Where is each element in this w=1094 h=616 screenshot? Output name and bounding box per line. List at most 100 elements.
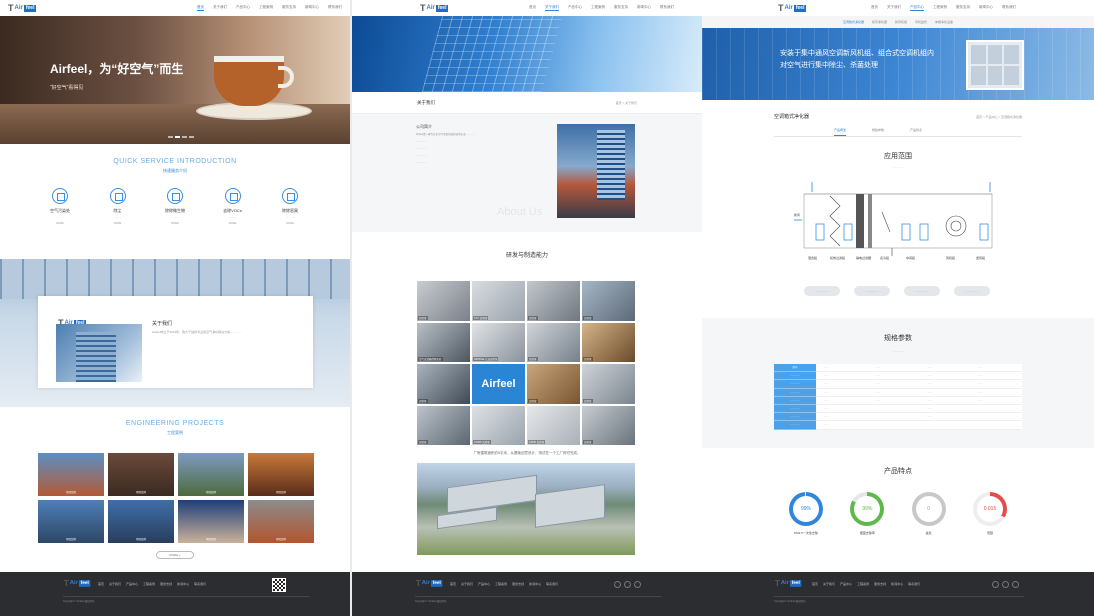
nav-products[interactable]: 产品中心 — [568, 5, 582, 11]
service-item[interactable]: 除尘………… MORE — [98, 188, 138, 225]
svg-text:混合段: 混合段 — [808, 255, 817, 260]
svg-text:新风: 新风 — [794, 212, 800, 217]
spec-title: 规格参数 — [884, 335, 912, 342]
application-subtitle: ………… — [893, 166, 903, 169]
lab-photo: CTC 实验室 — [472, 281, 525, 321]
plant-caption: 厂房建筑面积约5平米，从基础创意设计、测试在一个工厂即可完成。 — [473, 451, 581, 455]
gauge-resistance: 0.015 低阻 — [972, 492, 1008, 535]
service-item[interactable]: 空气污染处………… MORE — [40, 188, 80, 225]
table-row: ………… — [816, 413, 1022, 422]
feature-gauges: 99% PM2.5一次性去除 99% 细菌去除率 0 臭氧 0.015 低阻 — [788, 492, 1008, 535]
nav-cases[interactable]: 工程案例 — [259, 5, 273, 11]
rd-subtitle: …………………… — [517, 262, 537, 265]
product-subnav: 空调箱式净化器 新风净化器 新风机组 风机盘管 末端净化设备 — [702, 16, 1094, 28]
hero-banner — [0, 16, 350, 144]
wechat-icon[interactable] — [992, 581, 999, 588]
main-menu: 首页 关于我们 产品中心 工程案例 服务支持 新闻中心 联系我们 — [197, 5, 342, 11]
lab-photo: COMS 实验室 — [472, 405, 525, 445]
about-watermark: About Us — [497, 206, 543, 218]
nav-products[interactable]: 产品中心 — [910, 5, 924, 11]
project-card[interactable]: 项目案例 — [38, 453, 104, 496]
nav-service[interactable]: 服务支持 — [956, 5, 970, 11]
tab-features[interactable]: 产品特点 — [910, 128, 922, 136]
nav-contact[interactable]: 联系我们 — [1002, 5, 1016, 11]
footer: T Air feel 首页 关于我们 产品中心 工程案例 服务支持 新闻中心 联系我们 Copy… — [352, 572, 702, 616]
app-button[interactable]: ………… — [904, 286, 940, 296]
project-card[interactable]: 项目案例 — [108, 453, 174, 496]
nav-home[interactable]: 首页 — [871, 5, 878, 11]
main-menu: 首页 关于我们 产品中心 工程案例 服务支持 新闻中心 联系我们 — [871, 5, 1016, 11]
nav-about[interactable]: 关于我们 — [887, 5, 901, 11]
app-button[interactable]: ………… — [804, 286, 840, 296]
wechat-icon[interactable] — [614, 581, 621, 588]
banner-line-2: 对空气进行集中除尘、杀菌处理 — [780, 62, 878, 69]
project-card[interactable]: 项目案例 — [108, 500, 174, 543]
footer-menu: 首页 关于我们 产品中心 工程案例 服务支持 新闻中心 联系我们 — [812, 582, 921, 586]
project-card[interactable]: 项目案例 — [38, 500, 104, 543]
social-icons — [614, 581, 641, 588]
nav-service[interactable]: 服务支持 — [614, 5, 628, 11]
building-image — [56, 324, 142, 382]
more-projects-button[interactable]: MORE + — [156, 551, 194, 559]
nav-news[interactable]: 新闻中心 — [637, 5, 651, 11]
service-item[interactable]: 除除微生物………… MORE — [155, 188, 195, 225]
breadcrumb[interactable]: 首页 > 产品中心 > 空调箱式净化器 — [976, 115, 1022, 119]
airfeel-brand-tile: Airfeel — [472, 364, 525, 404]
nav-about[interactable]: 关于我们 — [545, 5, 559, 11]
service-item[interactable]: 去除VOCs………… MORE — [213, 188, 253, 225]
weibo-icon[interactable] — [624, 581, 631, 588]
project-card[interactable]: 项目案例 — [178, 453, 244, 496]
project-card[interactable]: 项目案例 — [248, 453, 314, 496]
table-row: …… — [816, 421, 1022, 430]
weibo-icon[interactable] — [1002, 581, 1009, 588]
nav-home[interactable]: 首页 — [529, 5, 536, 11]
footer: T Air feel 首页 关于我们 产品中心 工程案例 服务支持 新闻中心 联系我们 Copy… — [702, 572, 1094, 616]
tab-specs[interactable]: 规格参数 — [872, 128, 884, 136]
footer-copyright: Copyright © Airfeel 版权所有 — [774, 600, 806, 603]
nav-about[interactable]: 关于我们 — [213, 5, 227, 11]
footer-logo[interactable]: T Air feel — [775, 578, 802, 588]
nav-cases[interactable]: 工程案例 — [933, 5, 947, 11]
app-button[interactable]: ………… — [854, 286, 890, 296]
svg-text:风机段: 风机段 — [946, 255, 955, 260]
tab-overview[interactable]: 产品概述 — [834, 128, 847, 136]
project-card[interactable]: 项目案例 — [178, 500, 244, 543]
cloud-icon — [224, 188, 241, 204]
odor-icon — [282, 188, 298, 204]
nav-home[interactable]: 首页 — [197, 5, 204, 11]
footer-copyright: Copyright © Airfeel 版权所有 — [63, 600, 95, 603]
app-button[interactable]: ………… — [954, 286, 990, 296]
nav-contact[interactable]: 联系我们 — [660, 5, 674, 11]
logo[interactable]: T Air feel — [8, 3, 37, 13]
footer-logo[interactable]: T Air feel — [64, 578, 91, 588]
purifier-unit-image — [966, 40, 1024, 90]
qq-icon[interactable] — [1012, 581, 1019, 588]
breadcrumb[interactable]: 首页 > 关于我们 — [616, 101, 637, 105]
lab-photo: 实验室 — [582, 405, 635, 445]
application-buttons: ………… ………… ………… ………… — [804, 286, 990, 296]
table-row: …………………… — [816, 380, 1022, 389]
top-nav: T Air feel 首页 关于我们 产品中心 工程案例 服务支持 新闻中心 联系我… — [702, 0, 1094, 16]
footer-logo[interactable]: T Air feel — [416, 578, 443, 588]
airflow-diagram: 回风 新风 送风 混合段 初效过滤段 静电过滤器 表冷段 中间段 风机段 送风段 — [794, 182, 993, 260]
project-card[interactable]: 项目案例 — [248, 500, 314, 543]
nav-contact[interactable]: 联系我们 — [328, 5, 342, 11]
footer-copyright: Copyright © Airfeel 版权所有 — [415, 600, 447, 603]
top-nav: T Air feel 首页 关于我们 产品中心 工程案例 服务支持 新闻中心 联系我… — [352, 0, 702, 16]
service-item[interactable]: 除除恶臭………… MORE — [270, 188, 310, 225]
table-row: ………… — [816, 405, 1022, 414]
product-tabs: 产品概述 规格参数 产品特点 — [774, 128, 1022, 137]
nav-service[interactable]: 服务支持 — [282, 5, 296, 11]
qq-icon[interactable] — [634, 581, 641, 588]
nav-news[interactable]: 新闻中心 — [979, 5, 993, 11]
logo[interactable]: T Air feel — [778, 3, 807, 13]
product-page-panel: T Air feel 首页 关于我们 产品中心 工程案例 服务支持 新闻中心 联系我… — [702, 0, 1094, 616]
carousel-dots[interactable] — [168, 136, 194, 138]
nav-news[interactable]: 新闻中心 — [305, 5, 319, 11]
logo[interactable]: T Air feel — [420, 3, 449, 13]
nav-cases[interactable]: 工程案例 — [591, 5, 605, 11]
spec-table: 型号………………………………………………………………………… …………………… … — [774, 364, 1022, 430]
lab-photo: 实验室 — [582, 281, 635, 321]
qr-code — [272, 578, 286, 592]
nav-products[interactable]: 产品中心 — [236, 5, 250, 11]
